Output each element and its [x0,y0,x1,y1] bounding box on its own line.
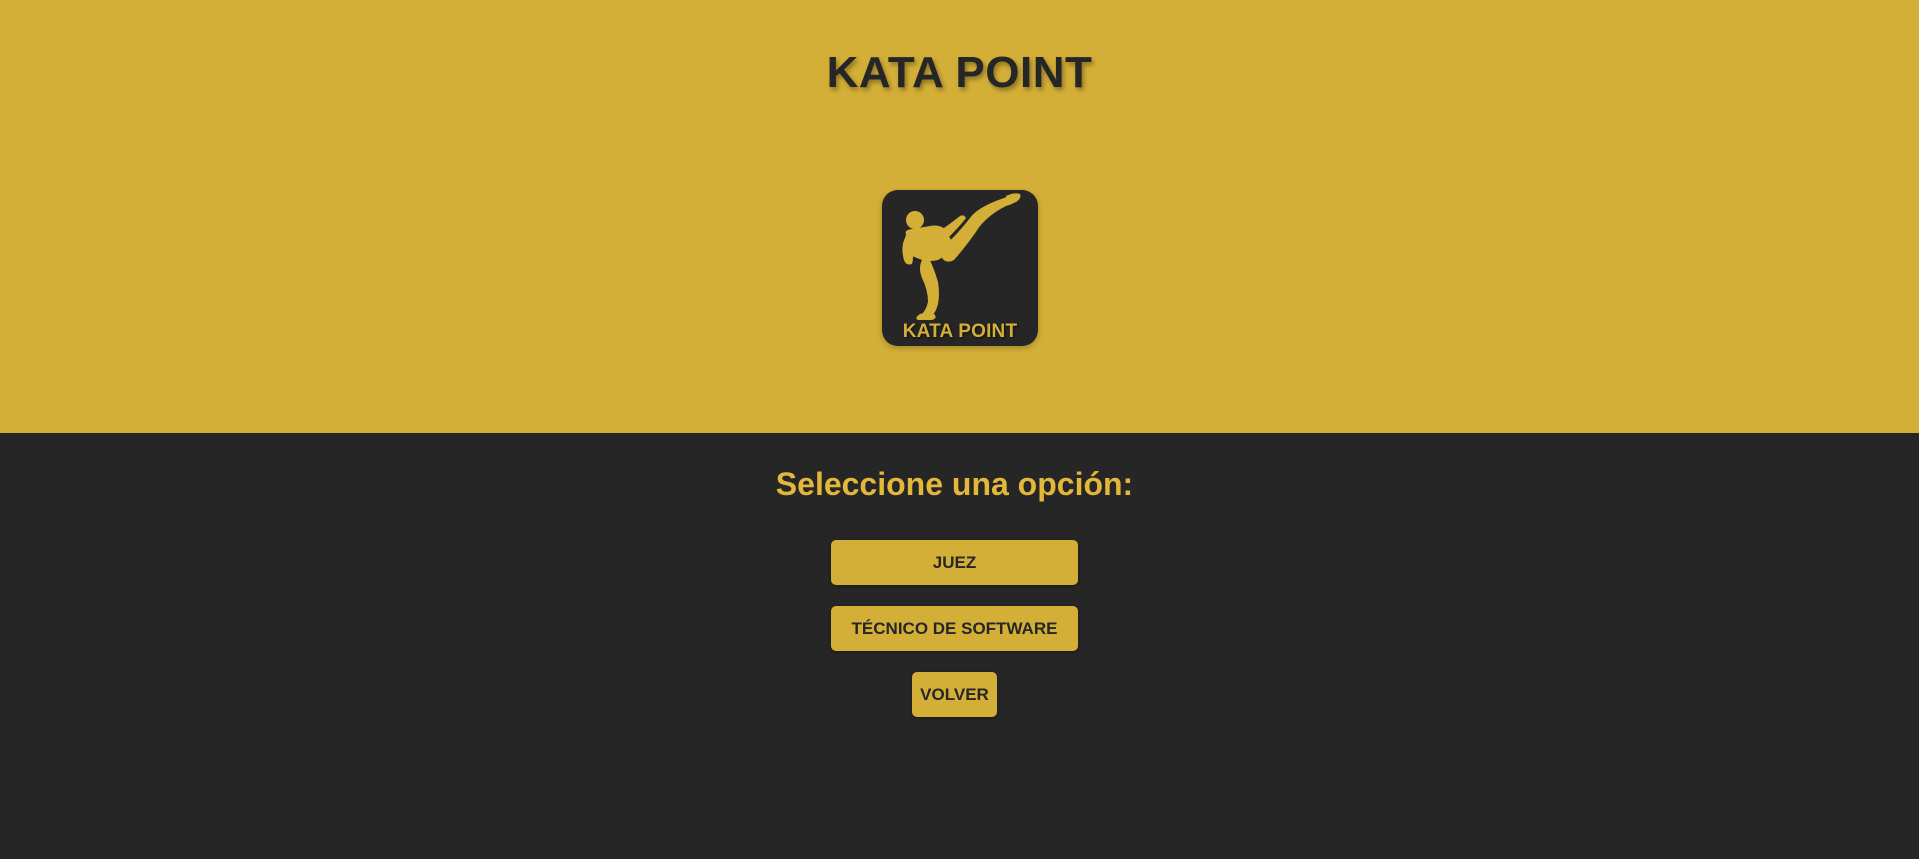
app-logo: KATA POINT [882,190,1038,346]
header-section: KATA POINT KATA POINT [0,0,1919,433]
app-title: KATA POINT [826,48,1093,97]
selection-prompt: Seleccione una opción: [775,466,1134,502]
software-technician-button[interactable]: TÉCNICO DE SOFTWARE [831,606,1078,651]
judge-button[interactable]: JUEZ [831,540,1078,585]
logo-text: KATA POINT [902,321,1018,342]
back-button[interactable]: VOLVER [912,672,997,717]
main-section: Seleccione una opción: JUEZ TÉCNICO DE S… [0,433,1919,859]
